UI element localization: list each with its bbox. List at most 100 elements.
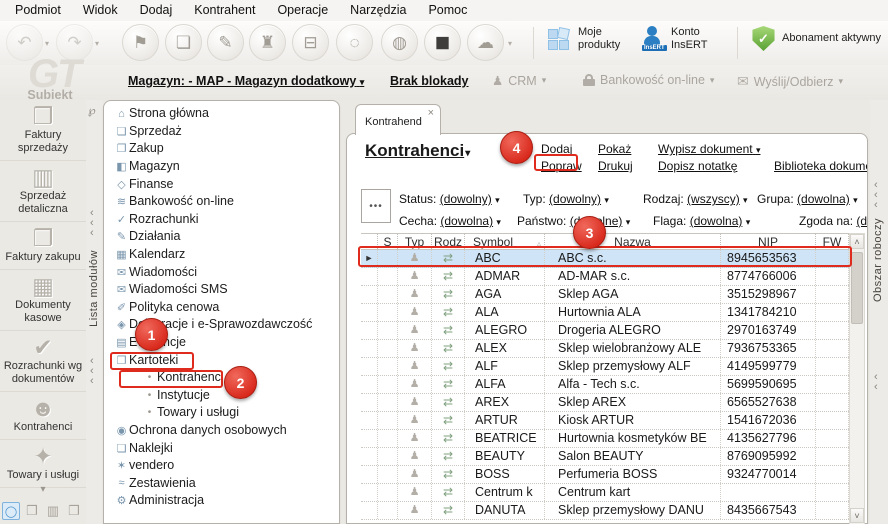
- register-icon[interactable]: ▥: [44, 502, 62, 520]
- filter-options-button[interactable]: •••: [361, 189, 391, 223]
- table-row[interactable]: ♟ ⇄ ALEGRO Drogeria ALEGRO 2970163749: [361, 322, 849, 340]
- table-row[interactable]: ♟ ⇄ ALFA Alfa - Tech s.c. 5699590695: [361, 376, 849, 394]
- tree-item[interactable]: ◇ Finanse: [104, 175, 339, 193]
- table-row[interactable]: ♟ ⇄ AREX Sklep AREX 6565527638: [361, 394, 849, 412]
- table-row[interactable]: ♟ ⇄ Centrum k Centrum kart: [361, 484, 849, 502]
- table-row[interactable]: ♟ ⇄ BEAUTY Salon BEAUTY 8769095992: [361, 448, 849, 466]
- cloud-button[interactable]: ☁: [467, 24, 504, 61]
- menu-item[interactable]: Pomoc: [417, 0, 478, 21]
- tree-item[interactable]: ▦ Kalendarz: [104, 246, 339, 264]
- wyslij-odbierz-button[interactable]: ✉ Wyślij/Odbierz ▾: [737, 73, 843, 90]
- tree-item[interactable]: ≋ Bankowość on-line: [104, 193, 339, 211]
- scrollbar-thumb[interactable]: [851, 252, 863, 324]
- box-icon[interactable]: ❐: [65, 502, 83, 520]
- sidebar-module-item[interactable]: ▥ Sprzedaż detaliczna: [0, 161, 86, 222]
- sidebar-module-item[interactable]: ▦ Dokumenty kasowe: [0, 270, 86, 331]
- chevron-down-icon[interactable]: ▾: [853, 195, 858, 205]
- tree-item[interactable]: ✉ Wiadomości: [104, 263, 339, 281]
- menu-item[interactable]: Podmiot: [4, 0, 72, 21]
- bankowosc-button[interactable]: Bankowość on-line ▾: [583, 73, 714, 87]
- table-row[interactable]: ♟ ⇄ ADMAR AD-MAR s.c. 8774766006: [361, 268, 849, 286]
- tree-item[interactable]: ◧ Magazyn: [104, 158, 339, 176]
- cube-button[interactable]: ◼: [424, 24, 461, 61]
- tree-item[interactable]: ✐ Polityka cenowa: [104, 299, 339, 317]
- table-row[interactable]: ♟ ⇄ AGA Sklep AGA 3515298967: [361, 286, 849, 304]
- tree-item[interactable]: ✶ vendero: [104, 457, 339, 475]
- chevron-down-icon[interactable]: ▾: [496, 217, 501, 227]
- moje-produkty-button[interactable]: Mojeprodukty: [548, 26, 620, 52]
- tree-item[interactable]: ❏ Sprzedaż: [104, 123, 339, 141]
- table-row[interactable]: ♟ ⇄ ALEX Sklep wielobranżowy ALE 7936753…: [361, 340, 849, 358]
- tree-item[interactable]: ⌂ Strona główna: [104, 105, 339, 123]
- lista-modulow-strip[interactable]: ℘ ‹‹‹ Lista modułów ‹‹‹: [86, 100, 103, 524]
- table-row[interactable]: ♟ ⇄ ALF Sklep przemysłowy ALF 4149599779: [361, 358, 849, 376]
- coins-icon[interactable]: ❒: [23, 502, 41, 520]
- forward-dropdown-icon[interactable]: ▾: [95, 39, 99, 48]
- table-row[interactable]: ♟ ⇄ ALA Hurtownia ALA 1341784210: [361, 304, 849, 322]
- crm-button[interactable]: ♟ CRM ▾: [492, 73, 546, 88]
- tree-item[interactable]: ✓ Rozrachunki: [104, 211, 339, 229]
- pokaz-link[interactable]: Pokaż: [598, 142, 631, 156]
- menu-item[interactable]: Operacje: [266, 0, 339, 21]
- cloud-dropdown-icon[interactable]: ▾: [508, 39, 512, 48]
- chevron-down-icon[interactable]: ▾: [746, 217, 751, 227]
- chevron-down-icon[interactable]: ▾: [743, 195, 748, 205]
- scroll-down-button[interactable]: ˅: [850, 508, 864, 523]
- tree-item[interactable]: ❐ Zakup: [104, 140, 339, 158]
- biblioteka-dokumentow-link[interactable]: Biblioteka dokument: [774, 159, 867, 173]
- obszar-roboczy-strip[interactable]: ‹‹‹ Obszar roboczy ‹‹: [870, 100, 888, 524]
- tree-item-label: Strona główna: [129, 106, 209, 121]
- konto-insert-button[interactable]: InsERT KontoInsERT: [640, 26, 707, 52]
- tree-item[interactable]: ≈ Zestawienia: [104, 474, 339, 492]
- edit-document-button[interactable]: ✎: [207, 24, 244, 61]
- table-row[interactable]: ♟ ⇄ ARTUR Kiosk ARTUR 1541672036: [361, 412, 849, 430]
- drukuj-link[interactable]: Drukuj: [598, 159, 633, 173]
- sidebar-module-item[interactable]: ❒ Faktury sprzedaży: [0, 100, 86, 161]
- table-row[interactable]: ♟ ⇄ BEATRICE Hurtownia kosmetyków BE 413…: [361, 430, 849, 448]
- sidebar-module-item[interactable]: ❐ Faktury zakupu: [0, 222, 86, 270]
- toolbar: ↶ ▾ ↷ ▾ ⚑ ❏ ✎ ♜ ⊟ ◌ ◍ ◼ ☁ ▾ Mojeprodukty…: [0, 21, 888, 65]
- menu-item[interactable]: Kontrahent: [183, 0, 266, 21]
- tree-item[interactable]: ❏ Naklejki: [104, 439, 339, 457]
- back-dropdown-icon[interactable]: ▾: [45, 39, 49, 48]
- print-button[interactable]: ⊟: [292, 24, 329, 61]
- tree-item[interactable]: • Towary i usługi: [104, 404, 339, 422]
- sidebar-module-item[interactable]: ☻ Kontrahenci: [0, 392, 86, 440]
- menu-item[interactable]: Widok: [72, 0, 129, 21]
- globe-button[interactable]: ◍: [381, 24, 418, 61]
- sidebar-module-item[interactable]: ✦ Towary i usługi: [0, 440, 86, 488]
- table-row[interactable]: ♟ ⇄ BOSS Perfumeria BOSS 9324770014: [361, 466, 849, 484]
- blokada-link[interactable]: Brak blokady: [390, 74, 469, 88]
- pin-icon[interactable]: ℘: [88, 104, 96, 117]
- tree-item[interactable]: ⚙ Administracja: [104, 492, 339, 510]
- magazyn-selector[interactable]: Magazyn: - MAP - Magazyn dodatkowy ▾: [128, 74, 364, 88]
- chevron-down-icon[interactable]: ▾: [495, 195, 500, 205]
- tree-item[interactable]: ◉ Ochrona danych osobowych: [104, 422, 339, 440]
- circle-view-icon[interactable]: ◯: [2, 502, 20, 520]
- module-label: Faktury sprzedaży: [1, 129, 85, 155]
- tree-item[interactable]: ✎ Działania: [104, 228, 339, 246]
- scroll-up-button[interactable]: ˄: [850, 234, 864, 249]
- new-document-button[interactable]: ❏: [165, 24, 202, 61]
- tab-kontrahenci[interactable]: Kontrahend ×: [355, 104, 441, 135]
- person-icon: ♟: [398, 376, 432, 393]
- menu-item[interactable]: Narzędzia: [339, 0, 417, 21]
- abonament-status[interactable]: ✓ Abonament aktywny: [752, 26, 881, 51]
- tree-item[interactable]: ✉ Wiadomości SMS: [104, 281, 339, 299]
- sidebar-module-item[interactable]: ✔ Rozrachunki wg dokumentów: [0, 331, 86, 392]
- close-icon[interactable]: ×: [428, 107, 434, 119]
- sidebar-more-chevron[interactable]: ▾: [0, 484, 86, 495]
- wypisz-dokument-link[interactable]: Wypisz dokument ▾: [658, 142, 760, 156]
- dopisz-notatke-link[interactable]: Dopisz notatkę: [658, 159, 737, 173]
- refresh-button[interactable]: ◌: [336, 24, 373, 61]
- table-row[interactable]: ♟ ⇄ DANUTA Sklep przemysłowy DANU 843566…: [361, 502, 849, 520]
- chevron-down-icon[interactable]: ▾: [626, 217, 631, 227]
- chevron-down-icon[interactable]: ▾: [604, 195, 609, 205]
- menu-item[interactable]: Dodaj: [129, 0, 184, 21]
- table-scrollbar[interactable]: ˄ ˅: [849, 233, 865, 524]
- row-marker: [361, 358, 378, 375]
- stamp-button[interactable]: ♜: [249, 24, 286, 61]
- flag-button[interactable]: ⚑: [122, 24, 159, 61]
- page-title[interactable]: Kontrahenci▾: [365, 141, 470, 161]
- tree-item[interactable]: • Instytucje: [104, 387, 339, 405]
